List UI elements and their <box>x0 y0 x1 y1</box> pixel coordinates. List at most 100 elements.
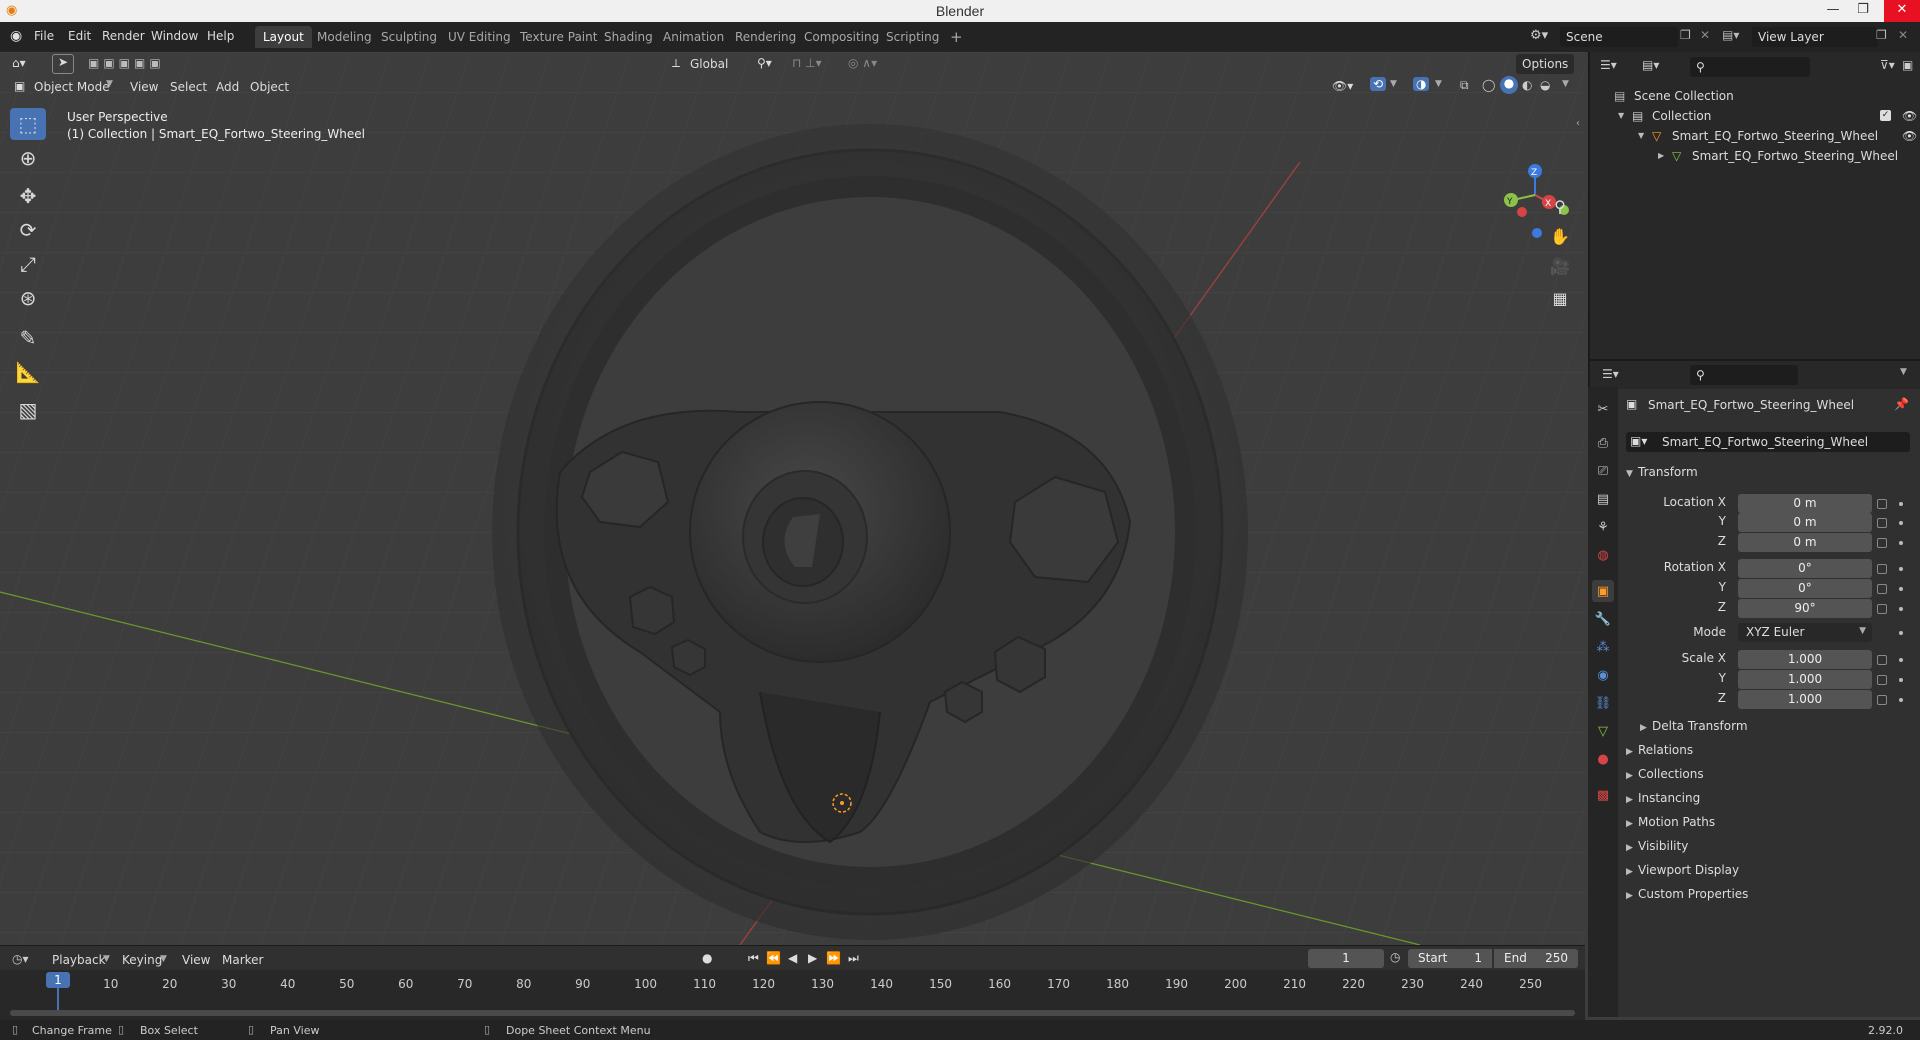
transform-section-header[interactable]: ▼ Transform <box>1626 462 1916 482</box>
timeline-menu-view[interactable]: View <box>176 950 216 970</box>
location-z-field[interactable]: 0 m <box>1738 533 1872 552</box>
xray-toggle-icon[interactable]: ⧉ <box>1460 78 1469 93</box>
shading-material-icon[interactable]: ◐ <box>1522 78 1532 92</box>
menu-file[interactable]: File <box>34 29 54 43</box>
texture-properties-icon[interactable]: ▩ <box>1592 784 1614 806</box>
select-box-tool[interactable]: ⬚ <box>10 108 46 140</box>
object-datablock-field[interactable]: ▣▾ Smart_EQ_Fortwo_Steering_Wheel <box>1626 432 1910 452</box>
rotation-x-field[interactable]: 0° <box>1738 559 1872 578</box>
scale-z-field[interactable]: 1.000 <box>1738 690 1872 709</box>
selection-mode-icons[interactable]: ▣▣▣▣▣ <box>88 56 165 70</box>
scene-name-field[interactable]: Scene <box>1560 27 1678 47</box>
tab-shading[interactable]: Shading <box>596 26 661 48</box>
tab-scripting[interactable]: Scripting <box>878 26 947 48</box>
output-properties-icon[interactable]: ⎚ <box>1592 460 1614 482</box>
play-icon[interactable]: ▶ <box>808 951 817 965</box>
menu-object[interactable]: Object <box>244 77 295 97</box>
jump-end-icon[interactable]: ⏭ <box>848 951 859 966</box>
new-view-layer-icon[interactable]: ❐ <box>1876 28 1887 42</box>
keyframe-dot-icon[interactable] <box>1899 567 1903 571</box>
pin-icon[interactable]: 📌 <box>1894 397 1909 411</box>
object-visibility-icon[interactable]: 👁 <box>1902 126 1917 146</box>
properties-editor-icon[interactable]: ☰▾ <box>1602 367 1619 381</box>
collection-checkbox[interactable]: ✓ <box>1880 110 1891 121</box>
lock-rotation-x-icon[interactable] <box>1877 564 1887 574</box>
annotate-tool[interactable]: ✎ <box>10 322 46 354</box>
collection-visibility-icon[interactable]: 👁 <box>1902 106 1917 126</box>
expand-collection-icon[interactable]: ▼ <box>1618 106 1624 126</box>
snap-icon[interactable]: ⊓ ⊥▾ <box>792 56 822 70</box>
view-layer-properties-icon[interactable]: ▤ <box>1592 488 1614 510</box>
gizmo-dropdown-icon[interactable]: ▼ <box>1390 79 1397 89</box>
3d-viewport[interactable]: Z X Y ⌂▾ ➤ ▣▣▣▣▣ ⟂ Global ⚲▾ ⊓ ⊥▾ ◎ ∧▾ O… <box>0 52 1585 945</box>
overlay-toggle-icon[interactable]: ◑ <box>1413 77 1430 91</box>
blender-menu-icon[interactable]: ◉ <box>10 28 22 44</box>
shading-solid-icon[interactable]: ● <box>1500 76 1518 94</box>
move-tool[interactable]: ✥ <box>10 180 46 212</box>
object-properties-icon[interactable]: ▣ <box>1592 580 1614 602</box>
timeline-scrollbar[interactable] <box>10 1010 1575 1016</box>
new-scene-icon[interactable]: ❐ <box>1680 28 1691 42</box>
measure-tool[interactable]: 📐 <box>10 356 46 388</box>
motion-paths-section[interactable]: ▶ Motion Paths <box>1626 812 1916 832</box>
end-frame-field[interactable]: End 250 <box>1494 949 1578 968</box>
outliner-row-collection[interactable]: ▼ ▤ Collection ✓ 👁 <box>1590 106 1920 126</box>
collections-section[interactable]: ▶ Collections <box>1626 764 1916 784</box>
filter-icon[interactable]: ⊽▾ <box>1880 58 1895 72</box>
keyframe-dot-icon[interactable] <box>1899 678 1903 682</box>
sidebar-collapse-icon[interactable]: ‹ <box>1576 118 1580 129</box>
particles-properties-icon[interactable]: ⁂ <box>1592 636 1614 658</box>
overlay-dropdown-icon[interactable]: ▼ <box>1435 79 1442 89</box>
zoom-icon[interactable]: ⚲ <box>1546 192 1574 220</box>
lock-location-y-icon[interactable] <box>1877 518 1887 528</box>
lock-scale-x-icon[interactable] <box>1877 655 1887 665</box>
lock-scale-y-icon[interactable] <box>1877 675 1887 685</box>
tab-compositing[interactable]: Compositing <box>796 26 887 48</box>
scene-icon[interactable]: ⚙▾ <box>1530 28 1548 43</box>
keyframe-dot-icon[interactable] <box>1899 658 1903 662</box>
current-frame-field[interactable]: 1 <box>1308 949 1384 968</box>
add-workspace-button[interactable]: + <box>942 26 971 48</box>
timeline-menu-marker[interactable]: Marker <box>216 950 269 970</box>
visibility-section[interactable]: ▶ Visibility <box>1626 836 1916 856</box>
keyframe-dot-icon[interactable] <box>1899 521 1903 525</box>
keyframe-dot-icon[interactable] <box>1899 541 1903 545</box>
menu-add[interactable]: Add <box>210 77 245 97</box>
shading-dropdown-icon[interactable]: ▼ <box>1562 79 1569 89</box>
lock-rotation-z-icon[interactable] <box>1877 604 1887 614</box>
jump-keyframe-back-icon[interactable]: ⏪ <box>766 951 781 965</box>
pan-hand-icon[interactable]: ✋ <box>1546 222 1574 250</box>
view-layer-icon[interactable]: ▤▾ <box>1722 28 1739 42</box>
transform-orientation-dropdown[interactable]: Global <box>684 54 734 74</box>
shading-rendered-icon[interactable]: ◒ <box>1540 78 1550 92</box>
restore-button[interactable]: ❐ <box>1848 0 1878 22</box>
outliner-editor-icon[interactable]: ☰▾ <box>1600 58 1617 72</box>
close-button[interactable]: ✕ <box>1884 0 1920 22</box>
keyframe-dot-icon[interactable] <box>1899 607 1903 611</box>
scale-tool[interactable]: ⤢ <box>10 248 46 280</box>
relations-section[interactable]: ▶ Relations <box>1626 740 1916 760</box>
tab-rendering[interactable]: Rendering <box>727 26 804 48</box>
instancing-section[interactable]: ▶ Instancing <box>1626 788 1916 808</box>
rotation-z-field[interactable]: 90° <box>1738 599 1872 618</box>
lock-location-x-icon[interactable] <box>1877 499 1887 509</box>
keyframe-dot-icon[interactable] <box>1899 587 1903 591</box>
scale-y-field[interactable]: 1.000 <box>1738 670 1872 689</box>
tab-uv-editing[interactable]: UV Editing <box>440 26 519 48</box>
view-layer-field[interactable]: View Layer <box>1752 27 1878 47</box>
new-collection-icon[interactable]: ▣ <box>1902 58 1913 72</box>
transform-tool[interactable]: ⊛ <box>10 282 46 314</box>
options-dropdown[interactable]: Options <box>1516 54 1575 74</box>
menu-select[interactable]: Select <box>164 77 213 97</box>
timeline-playhead[interactable]: 1 <box>46 972 70 988</box>
scene-properties-icon[interactable]: ⚘ <box>1592 516 1614 538</box>
tab-layout[interactable]: Layout <box>255 26 312 48</box>
select-tool-icon[interactable]: ➤ <box>52 54 74 74</box>
outliner-row-object[interactable]: ▼ ▽ Smart_EQ_Fortwo_Steering_Wheel 👁 <box>1590 126 1920 146</box>
gizmo-toggle-icon[interactable]: ⟲ <box>1370 77 1387 91</box>
modifier-properties-icon[interactable]: 🔧 <box>1592 608 1614 630</box>
tab-texture-paint[interactable]: Texture Paint <box>512 26 605 48</box>
render-properties-icon[interactable]: ⎙ <box>1592 432 1614 454</box>
menu-help[interactable]: Help <box>207 29 234 43</box>
editor-type-icon[interactable]: ⌂▾ <box>12 56 26 70</box>
